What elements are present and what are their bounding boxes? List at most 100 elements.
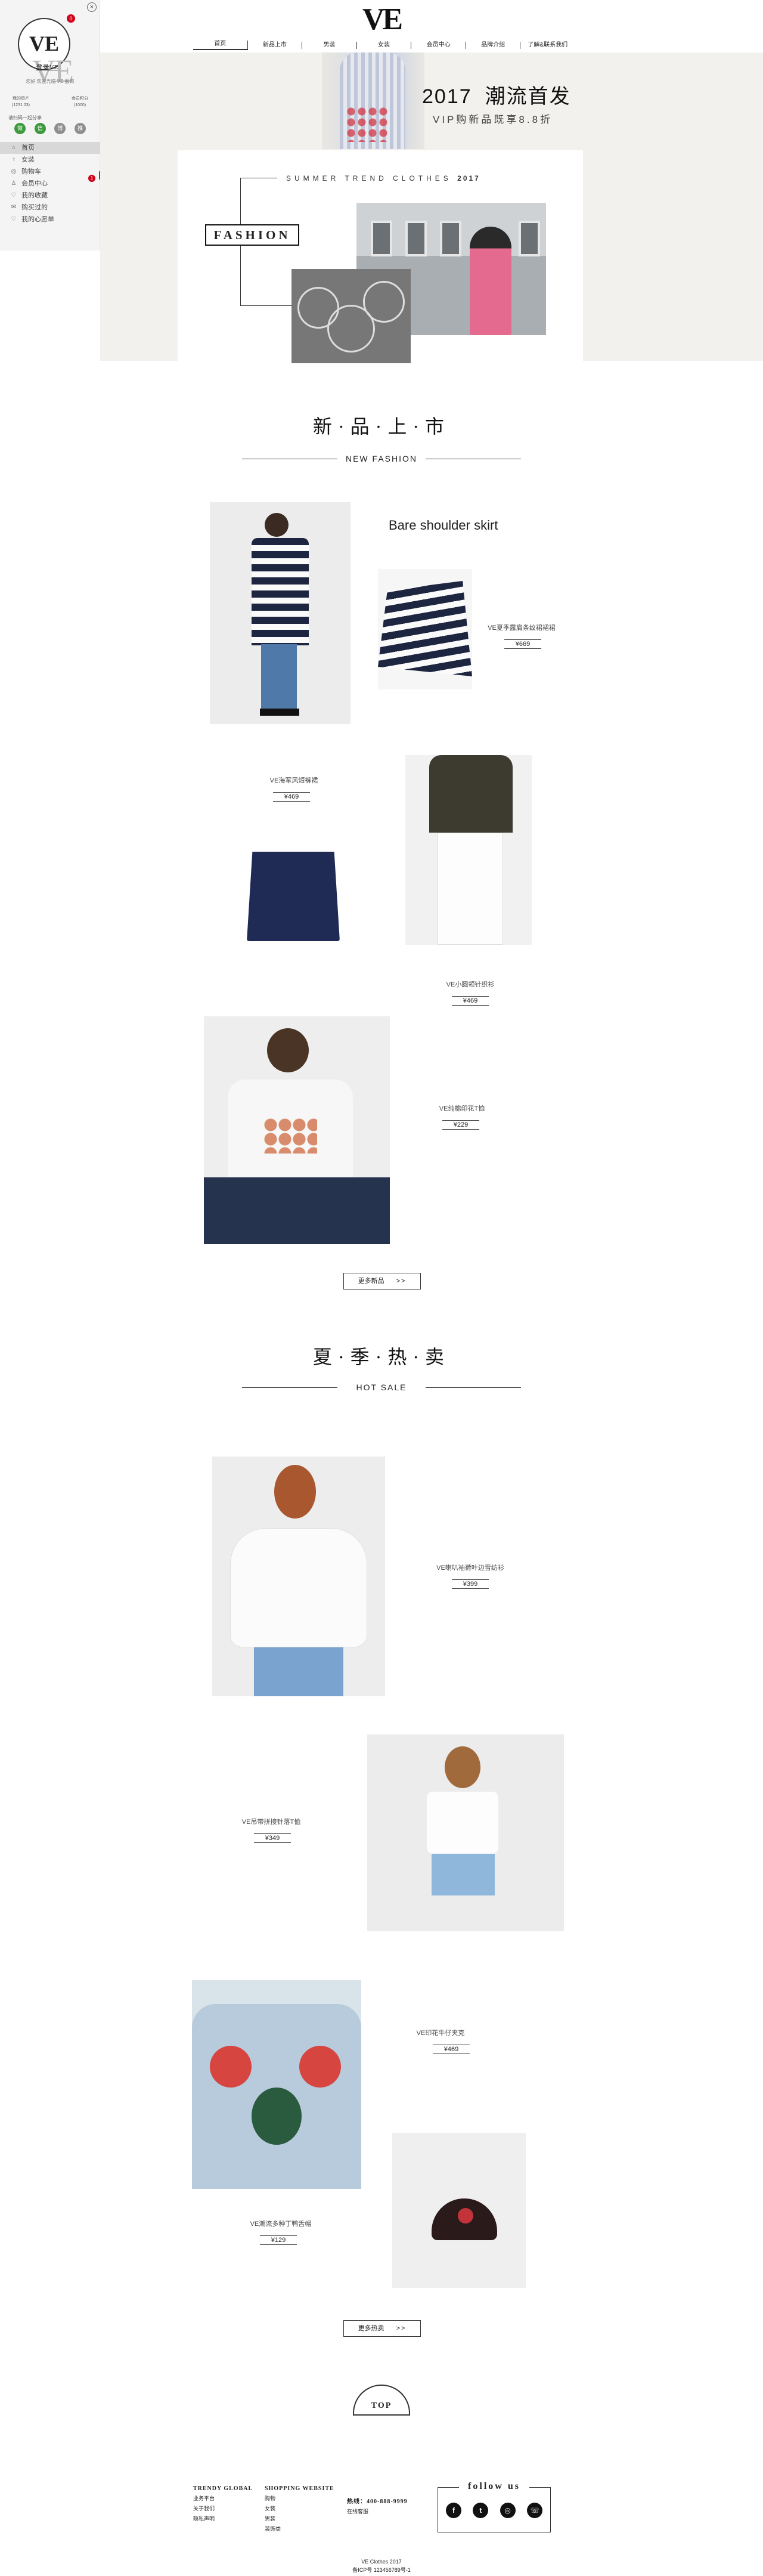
product-name[interactable]: VE喇叭袖荷叶边雪纺衫 — [426, 1563, 515, 1572]
hot-sale-title: 夏·季·热·卖 — [313, 1346, 450, 1368]
hot-sale-subtitle-text: HOT SALE — [356, 1383, 407, 1392]
close-icon[interactable]: × — [87, 2, 97, 12]
white-top — [427, 1792, 498, 1854]
footer-link[interactable]: 购物 — [265, 2494, 334, 2504]
nav-new-arrivals[interactable]: 新品上市 — [248, 42, 303, 49]
jeans — [204, 1177, 390, 1244]
product-image-striped-dress[interactable] — [210, 502, 351, 724]
sidebar-item-favorites[interactable]: ♡ 我的收藏 — [0, 190, 100, 202]
assets-stat[interactable]: 我的资产 (1231.03) — [12, 95, 30, 109]
fashion-label[interactable]: FASHION — [205, 224, 299, 246]
new-arrivals-subtitle-text: NEW FASHION — [345, 454, 417, 463]
dark-knit-top — [429, 755, 513, 833]
hero-model-photo — [322, 52, 424, 149]
product-name[interactable]: VE潮流多种丁鸭舌帽 — [236, 2219, 325, 2228]
product-image-denim-jacket[interactable] — [192, 1980, 361, 2189]
product-name[interactable]: VE海军风短裤裙 — [249, 775, 339, 785]
top-arch — [353, 2385, 410, 2414]
product-image-navy-shorts[interactable] — [240, 846, 347, 951]
sidebar-item-member[interactable]: ♙ 会员中心 — [0, 178, 100, 190]
nav-women[interactable]: 女装 — [357, 42, 412, 49]
phone-icon[interactable]: ☏ — [526, 2503, 542, 2518]
assets-value: (1231.03) — [12, 103, 30, 107]
model-pink-dress — [470, 227, 511, 335]
sidebar-item-cart[interactable]: ◎ 购物车 — [0, 166, 100, 178]
main-nav: 首页 新品上市 男装 女装 会员中心 品牌介绍 了解&联系我们 — [193, 39, 575, 51]
twitter-icon[interactable]: 推 — [74, 123, 86, 134]
heels — [260, 709, 299, 716]
more-label: 更多新品 — [358, 1278, 384, 1285]
product-price: ¥469 — [452, 996, 489, 1006]
top-base-line — [353, 2414, 410, 2416]
product-price: ¥229 — [442, 1120, 479, 1130]
product-name[interactable]: VE纯棉印花T恤 — [417, 1103, 507, 1113]
follow-us-title: follow us — [459, 2481, 529, 2492]
welcome-text: 您好 欢迎光临 VE 服饰 — [26, 79, 75, 84]
summer-year: 2017 — [457, 174, 480, 183]
sidebar-item-home[interactable]: ⌂ 首页 — [0, 142, 100, 154]
product-image-knit-top[interactable] — [405, 755, 532, 945]
brand-logo[interactable]: VE — [358, 4, 405, 36]
login-link[interactable]: 登录VE — [26, 62, 68, 72]
footer-link[interactable]: 隐私声明 — [193, 2514, 253, 2524]
product-image-off-shoulder[interactable] — [378, 569, 472, 689]
nav-home[interactable]: 首页 — [193, 41, 248, 50]
cart-count-badge: 1 — [88, 175, 95, 182]
product-image-cap[interactable] — [392, 2133, 526, 2288]
sidebar-item-women[interactable]: ♀ 女装 — [0, 154, 100, 166]
footer-link[interactable]: 装饰类 — [265, 2524, 334, 2534]
sidebar-item-label: 会员中心 — [21, 180, 48, 187]
product-image-ruffle-blouse[interactable] — [212, 1456, 385, 1696]
points-stat[interactable]: 会员积分 (1000) — [72, 95, 88, 109]
product-name[interactable]: VE印花牛仔夹克 — [396, 2028, 485, 2037]
hero-year: 2017 — [422, 85, 472, 108]
footer-heading: TRENDY GLOBAL — [193, 2485, 253, 2492]
nav-member-center[interactable]: 会员中心 — [411, 42, 466, 49]
jeans — [261, 644, 297, 710]
icp-number: 备ICP号 123456789号-1 — [352, 2567, 411, 2573]
product-image-printed-tee[interactable] — [204, 1016, 390, 1244]
footer-link[interactable]: 关于我们 — [193, 2504, 253, 2514]
wechat-moments-icon[interactable]: 信 — [34, 123, 46, 134]
weibo-icon[interactable]: 博 — [54, 123, 66, 134]
footer-col-shopping: SHOPPING WEBSITE 购物 女装 男装 装饰类 — [265, 2484, 334, 2534]
facebook-icon[interactable]: f — [446, 2503, 461, 2518]
nav-men[interactable]: 男装 — [302, 42, 357, 49]
white-skirt — [438, 833, 503, 945]
nav-contact[interactable]: 了解&联系我们 — [520, 42, 575, 49]
bicycles-photo[interactable] — [291, 269, 411, 363]
product-image-cold-shoulder-top[interactable] — [367, 1734, 564, 1931]
footer-col-global: TRENDY GLOBAL 业务平台 关于我们 隐私声明 — [193, 2484, 253, 2524]
product-price: ¥669 — [504, 639, 541, 649]
twitter-icon[interactable]: t — [473, 2503, 489, 2518]
share-title: 请扫码一起分享 — [8, 115, 42, 120]
model-head — [267, 1028, 309, 1072]
product-name[interactable]: VE夏季露肩条纹裙裙裙 — [477, 623, 566, 632]
online-service-link[interactable]: 在线客服 — [347, 2507, 408, 2517]
footer-link[interactable]: 业务平台 — [193, 2494, 253, 2504]
female-icon: ♀ — [11, 156, 16, 163]
hero-subtitle: VIP购新品既享8.8折 — [433, 114, 553, 125]
footer-link[interactable]: 女装 — [265, 2504, 334, 2514]
cap-badge — [458, 2208, 473, 2224]
back-to-top-button[interactable]: TOP — [353, 2385, 410, 2416]
user-icon: ♙ — [11, 180, 17, 187]
footer-heading: SHOPPING WEBSITE — [265, 2485, 334, 2492]
copyright: VE Clothes 2017 — [361, 2559, 402, 2565]
avatar[interactable]: VE VE — [13, 13, 83, 89]
more-hot-sale-button[interactable]: 更多热卖 >> — [343, 2320, 421, 2337]
white-ruffle-blouse — [230, 1528, 367, 1647]
photo-window — [519, 221, 540, 256]
new-arrivals-subtitle: NEW FASHION — [242, 453, 521, 465]
product-name[interactable]: VE吊带拼接针落T恤 — [227, 1817, 316, 1826]
instagram-icon[interactable]: ◎ — [500, 2503, 516, 2518]
sidebar-item-purchased[interactable]: ✉ 购买过的 — [0, 202, 100, 214]
nav-brand[interactable]: 品牌介绍 — [466, 42, 521, 49]
photo-window — [405, 221, 427, 256]
more-new-arrivals-button[interactable]: 更多新品 >> — [343, 1273, 421, 1289]
wechat-icon[interactable]: 微 — [14, 123, 26, 134]
sidebar-item-wishlist[interactable]: ♡ 我的心愿单 — [0, 214, 100, 225]
sidebar-item-label: 购物车 — [21, 168, 41, 175]
product-name[interactable]: VE小圆领针织衫 — [426, 979, 515, 989]
footer-link[interactable]: 男装 — [265, 2514, 334, 2524]
